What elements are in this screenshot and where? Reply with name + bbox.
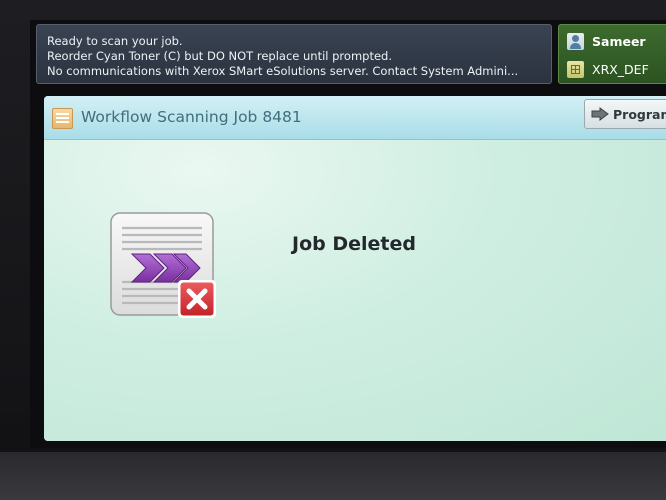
domain-row: XRX_DEF (567, 58, 649, 80)
job-deleted-message: Job Deleted (292, 233, 416, 255)
status-message-1: Ready to scan your job. (47, 34, 183, 48)
user-name-row: Sameer (567, 30, 646, 52)
document-deleted-icon (110, 212, 216, 318)
user-name: Sameer (592, 33, 646, 49)
job-window: Workflow Scanning Job 8481 Program (44, 96, 666, 441)
status-message-3: No communications with Xerox SMart eSolu… (47, 64, 519, 78)
person-icon (567, 32, 584, 50)
program-button-label: Program (613, 106, 666, 122)
logged-in-user-panel[interactable]: Sameer XRX_DEF (558, 24, 666, 84)
machine-status-area[interactable]: Ready to scan your job. Reorder Cyan Ton… (36, 24, 552, 84)
workflow-scan-icon (52, 108, 73, 129)
job-status-content: Job Deleted (44, 140, 666, 441)
window-title: Workflow Scanning Job 8481 (81, 108, 302, 126)
domain-name: XRX_DEF (592, 61, 649, 77)
device-bezel-bottom (0, 452, 666, 500)
program-button[interactable]: Program (584, 99, 666, 129)
arrow-right-icon (591, 107, 609, 121)
network-domain-icon (567, 60, 584, 78)
status-message-2: Reorder Cyan Toner (C) but DO NOT replac… (47, 49, 392, 63)
touch-screen: Ready to scan your job. Reorder Cyan Ton… (30, 20, 666, 448)
window-title-bar: Workflow Scanning Job 8481 Program (44, 96, 666, 140)
